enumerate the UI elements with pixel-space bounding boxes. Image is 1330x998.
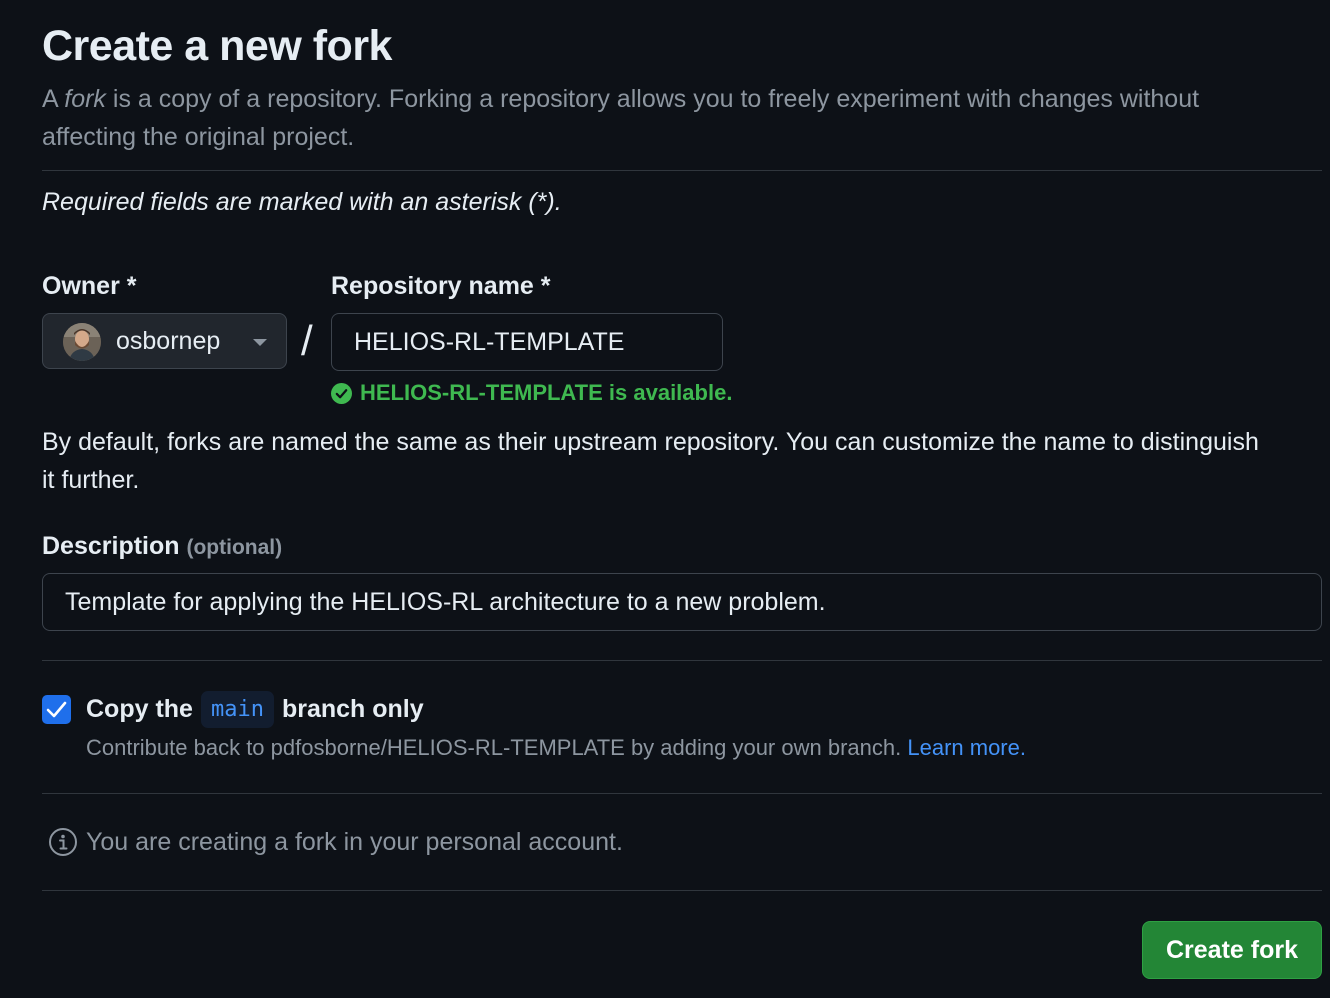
branch-name-code: main — [200, 691, 274, 728]
check-icon — [46, 701, 67, 718]
owner-label: Owner * — [42, 272, 137, 300]
copy-main-branch-checkbox[interactable] — [42, 695, 71, 724]
copy-branch-note: Contribute back to pdfosborne/HELIOS-RL-… — [86, 735, 1026, 761]
availability-text: HELIOS-RL-TEMPLATE is available. — [360, 380, 733, 405]
description-label-text: Description — [42, 532, 180, 560]
repo-name-input[interactable] — [331, 313, 723, 371]
page-subtitle: A fork is a copy of a repository. Forkin… — [42, 80, 1292, 156]
description-divider — [42, 660, 1322, 661]
create-fork-button[interactable]: Create fork — [1142, 921, 1322, 979]
optional-tag: (optional) — [186, 536, 283, 559]
required-fields-note: Required fields are marked with an aster… — [42, 188, 562, 216]
repo-name-label: Repository name * — [331, 272, 551, 300]
availability-status: HELIOS-RL-TEMPLATE is available. — [331, 380, 732, 406]
branch-divider — [42, 793, 1322, 794]
copy-branch-label: Copy the main branch only — [86, 691, 424, 728]
header-divider — [42, 170, 1322, 171]
subtitle-fork-emphasis: fork — [64, 85, 106, 113]
name-hint: By default, forks are named the same as … — [42, 428, 1259, 494]
info-text: You are creating a fork in your personal… — [86, 827, 623, 856]
learn-more-link[interactable]: Learn more. — [907, 735, 1026, 760]
footer-divider — [42, 890, 1322, 891]
page-title: Create a new fork — [42, 22, 392, 70]
subtitle-prefix: A — [42, 85, 65, 113]
owner-name: osbornep — [116, 327, 221, 355]
avatar — [63, 323, 101, 361]
personal-account-note: You are creating a fork in your personal… — [48, 827, 623, 857]
copy-branch-prefix: Copy the — [86, 695, 193, 723]
info-icon — [49, 828, 77, 856]
triangle-down-icon — [253, 339, 267, 346]
check-circle-icon — [331, 382, 352, 404]
owner-select[interactable]: osbornep — [42, 313, 287, 369]
description-label: Description (optional) — [42, 532, 282, 561]
copy-branch-suffix: branch only — [281, 695, 424, 723]
owner-repo-separator: / — [301, 317, 313, 364]
copy-branch-note-text: Contribute back to pdfosborne/HELIOS-RL-… — [86, 735, 902, 760]
subtitle-rest: is a copy of a repository. Forking a rep… — [42, 85, 1200, 151]
description-input[interactable] — [42, 573, 1322, 631]
